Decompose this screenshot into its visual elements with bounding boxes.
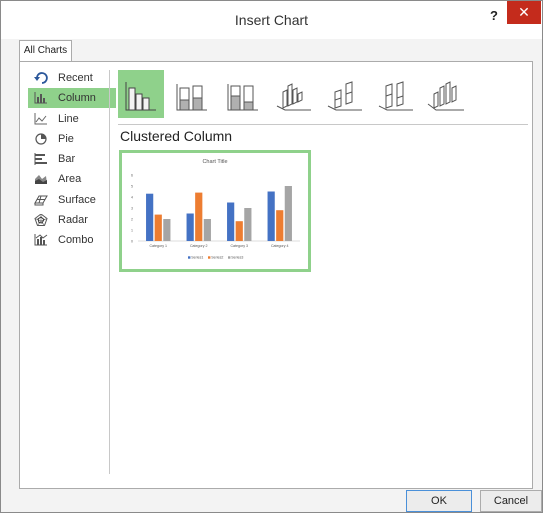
3d-stacked-column-icon (327, 81, 362, 111)
bar (227, 202, 235, 241)
3d-100-stacked-column-icon (378, 81, 413, 111)
bar (276, 210, 284, 241)
chart-title: Chart Title (202, 159, 227, 165)
combo-chart-icon (34, 234, 48, 246)
chart-subtype-gallery (118, 70, 538, 118)
legend-swatch (208, 256, 211, 259)
radar-chart-icon (34, 214, 48, 227)
bar (244, 208, 252, 241)
y-tick-label: 1 (131, 229, 133, 233)
y-tick-label: 0 (131, 240, 133, 244)
subtype-clustered-column[interactable] (118, 70, 164, 118)
chart-type-list: Recent Column Line Pie Bar Area Surface … (28, 68, 116, 251)
stacked-column-icon (176, 84, 207, 111)
area-chart-icon (35, 175, 47, 185)
chart-preview[interactable]: Chart Title 0 1 2 3 4 5 6 Category 1 Category 2… (119, 150, 311, 272)
dialog-footer: OK Cancel (1, 487, 542, 512)
sidebar-item-bar[interactable]: Bar (28, 149, 116, 169)
bar (203, 219, 211, 241)
sidebar-item-label: Line (58, 112, 79, 125)
column-chart-icon (34, 92, 47, 104)
subtype-3d-stacked-column[interactable] (322, 70, 368, 118)
bar (267, 191, 275, 241)
dialog-title: Insert Chart (234, 12, 309, 28)
chart-preview-plot: Chart Title 0 1 2 3 4 5 6 Category 1 Category 2… (131, 159, 300, 260)
sidebar-item-label: Surface (58, 193, 96, 206)
x-tick-label: Category 2 (190, 244, 208, 248)
bar-chart-icon (34, 153, 47, 166)
legend-swatch (188, 256, 191, 259)
bar (284, 186, 292, 241)
sidebar-item-combo[interactable]: Combo (28, 230, 116, 250)
cancel-button[interactable]: Cancel (480, 490, 542, 512)
selected-chart-name: Clustered Column (120, 128, 233, 144)
sidebar-item-line[interactable]: Line (28, 109, 116, 129)
sidebar-item-label: Radar (58, 214, 88, 227)
sidebar-item-label: Area (58, 173, 82, 186)
bar (186, 213, 194, 241)
legend-label: Series1 (191, 256, 203, 260)
subtype-stacked-column[interactable] (169, 70, 215, 118)
sidebar-item-column[interactable]: Column (28, 88, 116, 109)
sidebar-item-label: Combo (58, 234, 94, 247)
y-tick-label: 3 (131, 207, 133, 211)
subtype-3d-clustered-column[interactable] (271, 70, 317, 118)
sidebar-item-surface[interactable]: Surface (28, 190, 116, 210)
bar (146, 193, 154, 241)
sidebar-item-radar[interactable]: Radar (28, 210, 116, 230)
bar (163, 219, 171, 241)
tab-strip (1, 39, 542, 61)
y-tick-label: 2 (131, 218, 133, 222)
insert-chart-dialog: Insert Chart ? ✕ All Charts Recent Colum… (0, 0, 543, 513)
tab-all-charts[interactable]: All Charts (19, 40, 72, 61)
close-button[interactable]: ✕ (507, 1, 541, 24)
ok-button[interactable]: OK (406, 490, 472, 512)
bar (235, 221, 243, 241)
subtype-3d-100-stacked-column[interactable] (373, 70, 419, 118)
recent-icon (34, 72, 48, 84)
clustered-column-icon (125, 82, 156, 111)
100-stacked-column-icon (227, 84, 258, 111)
subtype-3d-column[interactable] (424, 70, 470, 118)
bar (195, 192, 203, 241)
3d-clustered-column-icon (276, 83, 311, 111)
y-tick-label: 4 (131, 196, 133, 200)
panel-divider (109, 70, 110, 474)
legend-label: Series3 (231, 256, 243, 260)
y-tick-label: 5 (131, 185, 133, 189)
x-tick-label: Category 3 (230, 244, 248, 248)
3d-column-icon (427, 81, 464, 111)
bar (154, 214, 162, 241)
x-tick-label: Category 1 (149, 244, 167, 248)
sidebar-item-area[interactable]: Area (28, 169, 116, 189)
legend-swatch (228, 256, 231, 259)
help-button[interactable]: ? (483, 5, 505, 27)
y-tick-label: 6 (131, 174, 133, 178)
x-tick-label: Category 4 (271, 244, 289, 248)
subtype-100-stacked-column[interactable] (220, 70, 266, 118)
sidebar-item-label: Recent (58, 72, 93, 84)
sidebar-item-label: Column (58, 92, 96, 105)
surface-chart-icon (34, 195, 48, 206)
pie-chart-icon (35, 133, 47, 145)
sidebar-item-label: Bar (58, 153, 76, 166)
chart-content-panel: Recent Column Line Pie Bar Area Surface … (19, 61, 533, 489)
line-chart-icon (34, 112, 47, 125)
title-bar: Insert Chart ? ✕ (1, 1, 542, 39)
legend-label: Series2 (211, 256, 223, 260)
gallery-divider (118, 124, 528, 125)
sidebar-item-label: Pie (58, 132, 74, 145)
sidebar-item-pie[interactable]: Pie (28, 129, 116, 149)
sidebar-item-recent[interactable]: Recent (28, 68, 116, 88)
